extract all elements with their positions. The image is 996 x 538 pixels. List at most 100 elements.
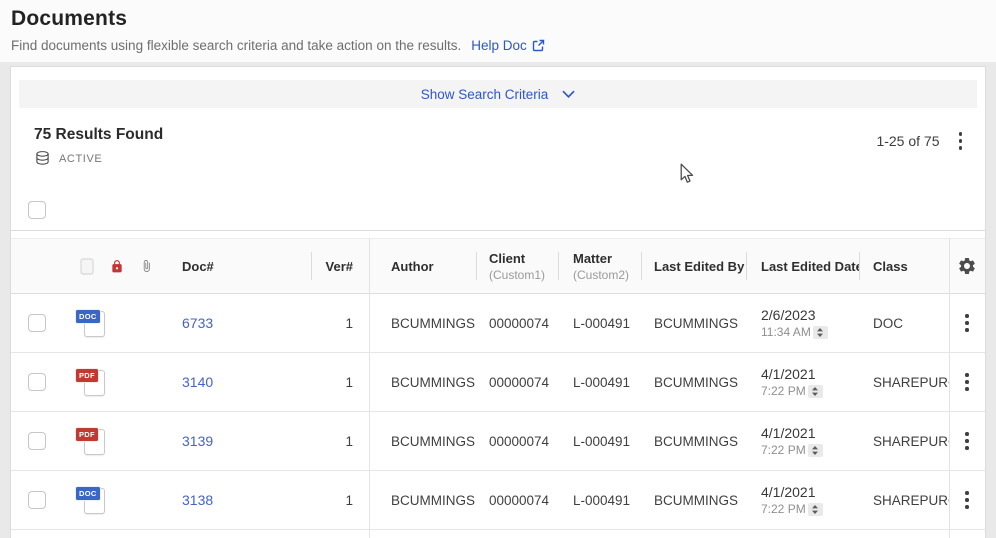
table-row: DOC 3138 1 BCUMMINGS 00000074 L-000491 B… bbox=[11, 471, 985, 530]
row-client-cell: 00000074 bbox=[476, 412, 558, 470]
scope-label: ACTIVE bbox=[59, 153, 102, 165]
paperclip-icon[interactable] bbox=[140, 258, 153, 274]
row-last-edited-date-cell: 4/1/2021 7:22 PM bbox=[746, 412, 859, 470]
results-table: Doc# Ver# Author Client (Custom1) Matter… bbox=[11, 238, 985, 538]
results-bar: 75 Results Found ACTIVE 1-25 of 75 bbox=[11, 126, 985, 167]
header-last-edited-date[interactable]: Last Edited Date bbox=[746, 239, 859, 293]
table-header-row: Doc# Ver# Author Client (Custom1) Matter… bbox=[11, 238, 985, 294]
timezone-toggle-icon[interactable] bbox=[808, 385, 823, 398]
chevron-down-icon bbox=[562, 90, 575, 98]
row-checkbox[interactable] bbox=[28, 314, 46, 332]
row-matter-cell: L-000491 bbox=[558, 412, 641, 470]
row-version-cell: 1 bbox=[311, 471, 369, 529]
row-class-cell: DOC bbox=[859, 294, 949, 352]
row-doc-number-cell: 6733 bbox=[166, 294, 311, 352]
row-doc-number-cell: 3138 bbox=[166, 471, 311, 529]
show-search-criteria-label: Show Search Criteria bbox=[421, 87, 549, 102]
row-actions-cell bbox=[949, 294, 985, 352]
row-overflow-menu-icon[interactable] bbox=[959, 310, 975, 336]
row-version-cell: 1 bbox=[311, 294, 369, 352]
row-checkbox[interactable] bbox=[28, 432, 46, 450]
row-file-icon-cell: PDF bbox=[57, 353, 166, 411]
edited-date: 4/1/2021 bbox=[761, 425, 823, 441]
row-last-edited-date-cell: 4/1/2021 7:22 PM bbox=[746, 353, 859, 411]
header-select-cell bbox=[11, 239, 57, 293]
row-checkbox[interactable] bbox=[28, 491, 46, 509]
table-row: DOC 6733 1 BCUMMINGS 00000074 L-000491 B… bbox=[11, 294, 985, 353]
row-doc-number-cell: 3139 bbox=[166, 412, 311, 470]
document-icon[interactable] bbox=[80, 258, 94, 275]
row-client-cell: 00000074 bbox=[476, 294, 558, 352]
timezone-toggle-icon[interactable] bbox=[808, 503, 823, 516]
gear-icon[interactable] bbox=[957, 256, 977, 276]
row-last-edited-by-cell: BCUMMINGS bbox=[641, 294, 746, 352]
row-last-edited-by-cell: BCUMMINGS bbox=[641, 412, 746, 470]
row-author-cell: BCUMMINGS bbox=[369, 353, 476, 411]
row-actions-cell bbox=[949, 353, 985, 411]
header-matter[interactable]: Matter (Custom2) bbox=[558, 239, 641, 293]
header-doc-number[interactable]: Doc# bbox=[166, 239, 311, 293]
row-author-cell: BCUMMINGS bbox=[369, 294, 476, 352]
file-type-icon: DOC bbox=[81, 486, 105, 515]
header-class[interactable]: Class bbox=[859, 239, 949, 293]
lock-icon[interactable] bbox=[110, 259, 124, 274]
help-doc-link[interactable]: Help Doc bbox=[471, 38, 545, 53]
row-overflow-menu-icon[interactable] bbox=[959, 487, 975, 513]
row-select-cell bbox=[11, 294, 57, 352]
toolbar-divider bbox=[11, 230, 985, 231]
row-doc-number-cell: 3140 bbox=[166, 353, 311, 411]
doc-number-link[interactable]: 3138 bbox=[182, 492, 213, 508]
show-search-criteria-toggle[interactable]: Show Search Criteria bbox=[421, 87, 576, 102]
external-link-icon bbox=[532, 39, 545, 52]
header-client-sublabel: (Custom1) bbox=[489, 268, 545, 282]
edited-time: 11:34 AM bbox=[761, 325, 811, 339]
row-version-cell: 1 bbox=[311, 412, 369, 470]
column-divider bbox=[949, 238, 950, 538]
row-overflow-menu-icon[interactable] bbox=[959, 369, 975, 395]
header-author[interactable]: Author bbox=[369, 239, 476, 293]
header-last-edited-by[interactable]: Last Edited By bbox=[641, 239, 746, 293]
row-overflow-menu-icon[interactable] bbox=[959, 428, 975, 454]
row-select-cell bbox=[11, 353, 57, 411]
row-class-cell: SHAREPURCH bbox=[859, 353, 949, 411]
doc-number-link[interactable]: 3140 bbox=[182, 374, 213, 390]
row-author-cell: BCUMMINGS bbox=[369, 471, 476, 529]
row-last-edited-date-cell: 4/1/2021 7:22 PM bbox=[746, 471, 859, 529]
row-matter-cell: L-000491 bbox=[558, 294, 641, 352]
row-file-icon-cell: DOC bbox=[57, 471, 166, 529]
row-actions-cell bbox=[949, 412, 985, 470]
file-type-badge: PDF bbox=[75, 427, 99, 442]
doc-number-link[interactable]: 3139 bbox=[182, 433, 213, 449]
edited-date: 4/1/2021 bbox=[761, 366, 823, 382]
timezone-toggle-icon[interactable] bbox=[813, 326, 828, 339]
results-overflow-menu-icon[interactable] bbox=[953, 128, 969, 154]
select-all-checkbox[interactable] bbox=[28, 201, 46, 219]
doc-number-link[interactable]: 6733 bbox=[182, 315, 213, 331]
file-type-badge: DOC bbox=[75, 486, 101, 501]
row-select-cell bbox=[11, 471, 57, 529]
row-checkbox[interactable] bbox=[28, 373, 46, 391]
table-body: DOC 6733 1 BCUMMINGS 00000074 L-000491 B… bbox=[11, 294, 985, 530]
row-client-cell: 00000074 bbox=[476, 353, 558, 411]
results-count: 75 Results Found bbox=[34, 126, 985, 144]
row-version-cell: 1 bbox=[311, 353, 369, 411]
file-type-icon: DOC bbox=[81, 309, 105, 338]
row-file-icon-cell: DOC bbox=[57, 294, 166, 352]
row-client-cell: 00000074 bbox=[476, 471, 558, 529]
timezone-toggle-icon[interactable] bbox=[808, 444, 823, 457]
header-matter-sublabel: (Custom2) bbox=[573, 268, 629, 282]
row-class-cell: SHAREPURCH bbox=[859, 471, 949, 529]
row-author-cell: BCUMMINGS bbox=[369, 412, 476, 470]
header-version[interactable]: Ver# bbox=[311, 239, 369, 293]
row-matter-cell: L-000491 bbox=[558, 471, 641, 529]
row-last-edited-date-cell: 2/6/2023 11:34 AM bbox=[746, 294, 859, 352]
edited-date: 4/1/2021 bbox=[761, 484, 823, 500]
database-icon bbox=[34, 150, 51, 167]
page-range: 1-25 of 75 bbox=[876, 133, 939, 149]
page-title: Documents bbox=[11, 7, 996, 31]
header-client[interactable]: Client (Custom1) bbox=[476, 239, 558, 293]
page-header: Documents Find documents using flexible … bbox=[0, 0, 996, 62]
row-actions-cell bbox=[949, 471, 985, 529]
edited-time: 7:22 PM bbox=[761, 443, 806, 457]
row-last-edited-by-cell: BCUMMINGS bbox=[641, 353, 746, 411]
